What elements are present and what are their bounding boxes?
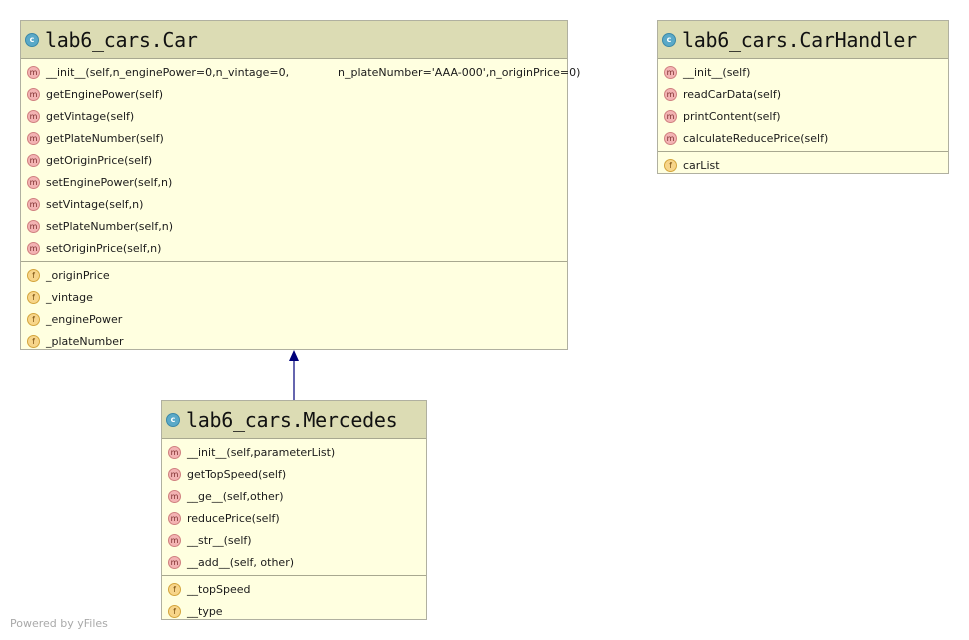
method-icon: m (168, 555, 181, 569)
class-car-methods: m __init__(self,n_enginePower=0,n_vintage… (21, 59, 580, 261)
field-label: _plateNumber (46, 334, 124, 348)
class-car-title: lab6_cars.Car (45, 27, 198, 52)
method-label: __init__(self,n_enginePower=0,n_vintage=… (46, 65, 581, 79)
class-mercedes-header: c lab6_cars.Mercedes (162, 401, 426, 439)
field-item[interactable]: f _enginePower (21, 308, 567, 330)
method-item[interactable]: m printContent(self) (658, 105, 948, 127)
method-item[interactable]: m getPlateNumber(self) (21, 127, 567, 149)
method-icon: m (27, 65, 40, 79)
method-icon: m (27, 109, 40, 123)
class-car[interactable]: c lab6_cars.Car m __init__(self,n_engineP… (20, 20, 580, 350)
class-icon: c (166, 412, 180, 427)
method-label: getTopSpeed(self) (187, 467, 287, 481)
field-label: __topSpeed (187, 582, 251, 596)
field-item[interactable]: f __topSpeed (162, 578, 426, 600)
method-label: setVintage(self,n) (46, 197, 144, 211)
method-label: printContent(self) (683, 109, 781, 123)
method-item[interactable]: m reducePrice(self) (162, 507, 426, 529)
method-item[interactable]: m setVintage(self,n) (21, 193, 567, 215)
method-item[interactable]: m getVintage(self) (21, 105, 567, 127)
method-item[interactable]: m __init__(self,parameterList) (162, 441, 426, 463)
method-icon: m (168, 445, 181, 459)
method-item[interactable]: m __add__(self, other) (162, 551, 426, 573)
method-item[interactable]: m __ge__(self,other) (162, 485, 426, 507)
class-mercedes-fields: f __topSpeed f __type (162, 575, 426, 624)
field-label: _enginePower (46, 312, 123, 326)
class-car-header: c lab6_cars.Car (21, 21, 567, 59)
method-label: __str__(self) (187, 533, 252, 547)
method-icon: m (664, 131, 677, 145)
method-icon: m (27, 219, 40, 233)
method-icon: m (27, 131, 40, 145)
method-label: __add__(self, other) (187, 555, 295, 569)
method-label: __init__(self,parameterList) (187, 445, 336, 459)
method-item[interactable]: m readCarData(self) (658, 83, 948, 105)
method-label: reducePrice(self) (187, 511, 280, 525)
method-label: getOriginPrice(self) (46, 153, 153, 167)
method-icon: m (664, 87, 677, 101)
class-carhandler[interactable]: c lab6_cars.CarHandler m __init__(self) m… (657, 20, 949, 174)
field-label: __type (187, 604, 223, 618)
method-label: getVintage(self) (46, 109, 135, 123)
method-label: setPlateNumber(self,n) (46, 219, 173, 233)
method-label: __init__(self) (683, 65, 751, 79)
field-icon: f (27, 268, 40, 282)
method-item[interactable]: m getEnginePower(self) (21, 83, 567, 105)
class-mercedes[interactable]: c lab6_cars.Mercedes m __init__(self,para… (161, 400, 427, 620)
class-mercedes-methods: m __init__(self,parameterList) m getTopSpe… (162, 439, 426, 575)
method-item[interactable]: m __init__(self,n_enginePower=0,n_vintage… (21, 61, 580, 83)
method-icon: m (27, 241, 40, 255)
class-carhandler-header: c lab6_cars.CarHandler (658, 21, 948, 59)
method-label: setOriginPrice(self,n) (46, 241, 162, 255)
field-item[interactable]: f __type (162, 600, 426, 622)
powered-by-footer: Powered by yFiles (10, 617, 108, 630)
method-icon: m (168, 489, 181, 503)
field-label: carList (683, 158, 720, 172)
method-icon: m (168, 511, 181, 525)
method-label: readCarData(self) (683, 87, 781, 101)
method-item[interactable]: m setOriginPrice(self,n) (21, 237, 567, 259)
field-icon: f (27, 334, 40, 348)
method-item[interactable]: m getOriginPrice(self) (21, 149, 567, 171)
method-icon: m (664, 109, 677, 123)
field-label: _vintage (46, 290, 93, 304)
class-mercedes-title: lab6_cars.Mercedes (186, 407, 398, 432)
field-icon: f (27, 312, 40, 326)
method-icon: m (168, 533, 181, 547)
method-icon: m (27, 175, 40, 189)
method-item[interactable]: m calculateReducePrice(self) (658, 127, 948, 149)
method-label: calculateReducePrice(self) (683, 131, 829, 145)
method-label: getPlateNumber(self) (46, 131, 164, 145)
method-item[interactable]: m __str__(self) (162, 529, 426, 551)
method-icon: m (168, 467, 181, 481)
class-icon: c (662, 32, 676, 47)
field-item[interactable]: f _originPrice (21, 264, 567, 286)
field-item[interactable]: f _vintage (21, 286, 567, 308)
method-item[interactable]: m setEnginePower(self,n) (21, 171, 567, 193)
method-icon: m (27, 153, 40, 167)
method-item[interactable]: m getTopSpeed(self) (162, 463, 426, 485)
method-item[interactable]: m setPlateNumber(self,n) (21, 215, 567, 237)
field-label: _originPrice (46, 268, 110, 282)
method-label: __ge__(self,other) (187, 489, 284, 503)
class-carhandler-title: lab6_cars.CarHandler (682, 27, 917, 52)
class-icon: c (25, 32, 39, 47)
method-item[interactable]: m __init__(self) (658, 61, 948, 83)
field-icon: f (168, 604, 181, 618)
method-icon: m (27, 197, 40, 211)
method-label: setEnginePower(self,n) (46, 175, 173, 189)
field-icon: f (27, 290, 40, 304)
field-item[interactable]: f carList (658, 154, 948, 176)
method-icon: m (27, 87, 40, 101)
field-icon: f (664, 158, 677, 172)
class-carhandler-fields: f carList (658, 151, 948, 178)
method-label: getEnginePower(self) (46, 87, 164, 101)
method-icon: m (664, 65, 677, 79)
class-car-fields: f _originPrice f _vintage f _enginePower f _… (21, 261, 567, 354)
field-item[interactable]: f _plateNumber (21, 330, 567, 352)
field-icon: f (168, 582, 181, 596)
class-carhandler-methods: m __init__(self) m readCarData(self) m prin… (658, 59, 948, 151)
